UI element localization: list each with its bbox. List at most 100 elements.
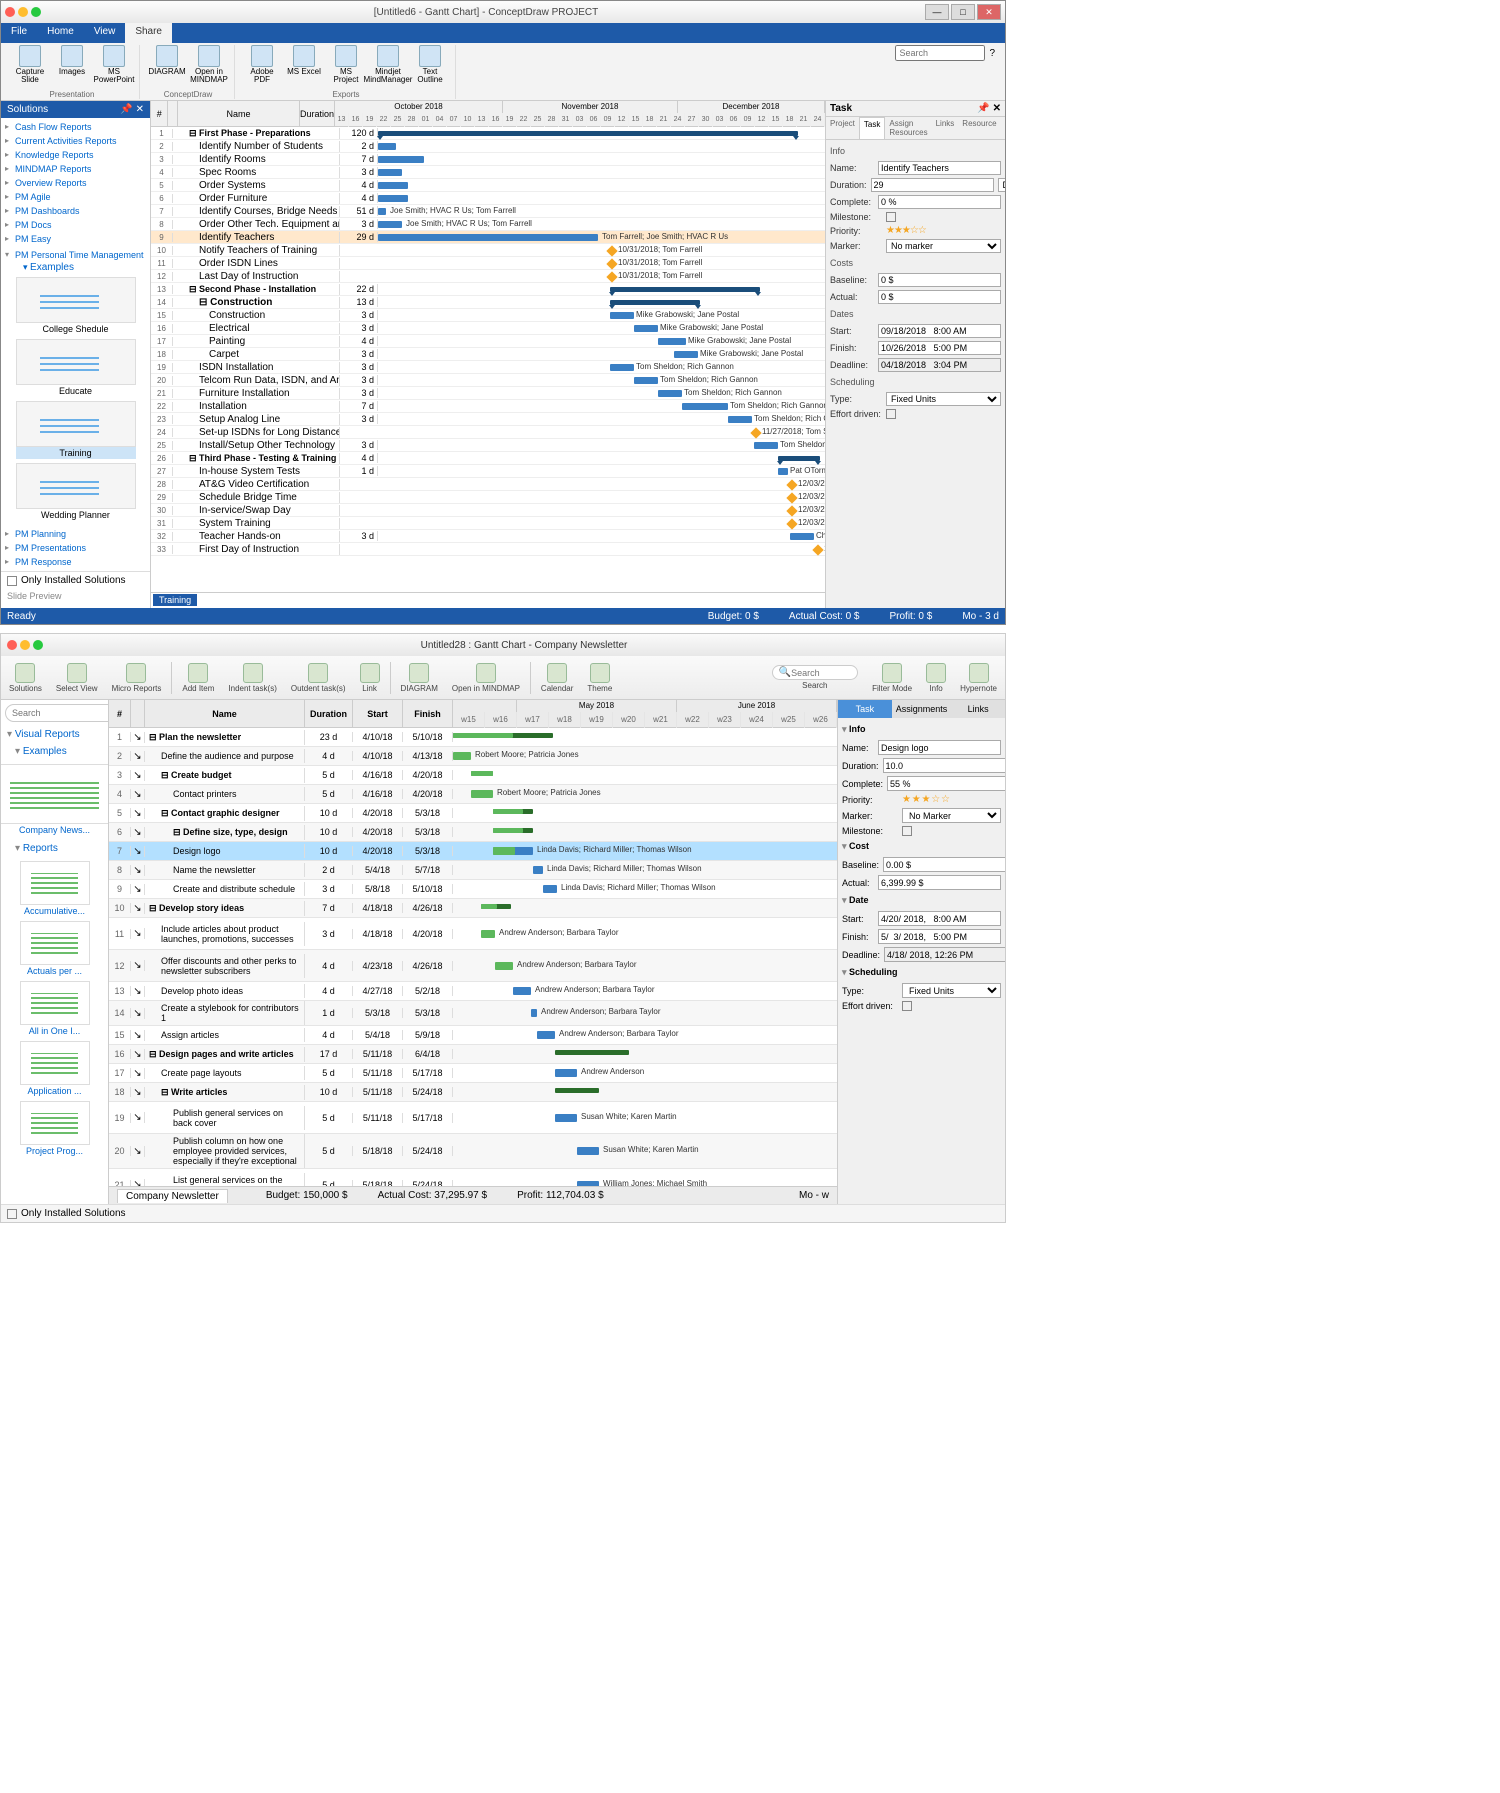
task-name[interactable]: Last Day of Instruction	[185, 271, 340, 282]
task-name[interactable]: List general services on the back cover	[145, 1173, 305, 1187]
task-name[interactable]: Furniture Installation	[185, 388, 340, 399]
gantt-bar[interactable]	[555, 1114, 577, 1122]
gantt-bar[interactable]	[495, 962, 513, 970]
flag-icon[interactable]: ↘	[131, 1030, 145, 1041]
flag-icon[interactable]: ↘	[131, 827, 145, 838]
ribbon-button[interactable]: Images	[53, 45, 91, 84]
task-name[interactable]: Construction	[185, 310, 340, 321]
type-select[interactable]: Fixed Units	[886, 392, 1001, 406]
sidebar-item[interactable]: PM Presentations	[1, 541, 150, 555]
task-name[interactable]: Identify Rooms	[185, 154, 340, 165]
gantt-row[interactable]: 1⊟ First Phase - Preparations120 d	[151, 127, 825, 140]
zoom-control[interactable]: Mo - 3 d	[962, 611, 999, 622]
gantt-row[interactable]: 31System Training12/03/2018; Denise Kath…	[151, 517, 825, 530]
task-name[interactable]: Include articles about product launches,…	[145, 922, 305, 946]
gantt-bar[interactable]	[674, 351, 698, 358]
flag-icon[interactable]: ↘	[131, 1112, 145, 1123]
gantt-row[interactable]: 17↘Create page layouts5 d5/11/185/17/18A…	[109, 1064, 837, 1083]
task-name[interactable]: System Training	[185, 518, 340, 529]
sidebar-item[interactable]: Knowledge Reports	[1, 148, 150, 162]
gantt-row[interactable]: 6↘⊟ Define size, type, design10 d4/20/18…	[109, 823, 837, 842]
sidebar-item[interactable]: PM Agile	[1, 190, 150, 204]
marker-select[interactable]: No Marker	[902, 808, 1001, 823]
gantt-row[interactable]: 27In-house System Tests1 dPat OTormey; E…	[151, 465, 825, 478]
col-duration[interactable]: Duration	[305, 700, 353, 727]
gantt-row[interactable]: 21Furniture Installation3 dTom Sheldon; …	[151, 387, 825, 400]
tp-tab-task[interactable]: Task	[859, 117, 885, 139]
actual-input[interactable]	[878, 875, 1001, 890]
toolbar-button[interactable]: Calendar	[537, 661, 577, 695]
type-select[interactable]: Fixed Units	[902, 983, 1001, 998]
gantt-row[interactable]: 4Spec Rooms3 d	[151, 166, 825, 179]
toolbar-button[interactable]: Indent task(s)	[224, 661, 280, 695]
minimize-icon[interactable]	[20, 640, 30, 650]
sidebar-item[interactable]: MINDMAP Reports	[1, 162, 150, 176]
gantt-bar[interactable]	[543, 885, 557, 893]
task-name[interactable]: ⊟ First Phase - Preparations	[185, 128, 340, 139]
toolbar-button[interactable]: Add Item	[178, 661, 218, 695]
gantt-bar[interactable]	[537, 1031, 555, 1039]
task-name[interactable]: Telcom Run Data, ISDN, and Analog Lines	[185, 375, 340, 386]
milestone-checkbox[interactable]	[886, 212, 896, 222]
gantt-row[interactable]: 14↘Create a stylebook for contributors 1…	[109, 1001, 837, 1026]
summary-bar[interactable]	[555, 1050, 629, 1055]
ribbon-button[interactable]: MS PowerPoint	[95, 45, 133, 84]
gantt-row[interactable]: 2Identify Number of Students2 d	[151, 140, 825, 153]
checkbox-icon[interactable]	[7, 576, 17, 586]
zoom-icon[interactable]	[33, 640, 43, 650]
gantt-row[interactable]: 6Order Furniture4 d	[151, 192, 825, 205]
task-name[interactable]: Order Furniture	[185, 193, 340, 204]
zoom-icon[interactable]	[31, 7, 41, 17]
ribbon-button[interactable]: Adobe PDF	[243, 45, 281, 84]
summary-bar[interactable]	[555, 1088, 599, 1093]
flag-icon[interactable]: ↘	[131, 1087, 145, 1098]
section-examples[interactable]: Examples	[1, 743, 108, 760]
sidebar-item[interactable]: PM Docs	[1, 218, 150, 232]
gantt-bar[interactable]	[471, 790, 493, 798]
effort-checkbox[interactable]	[902, 1001, 912, 1011]
task-name[interactable]: Spec Rooms	[185, 167, 340, 178]
sidebar-item[interactable]: Current Activities Reports	[1, 134, 150, 148]
flag-icon[interactable]: ↘	[131, 751, 145, 762]
minimize-icon[interactable]	[18, 7, 28, 17]
task-name[interactable]: Identify Number of Students	[185, 141, 340, 152]
max-button[interactable]: □	[951, 4, 975, 20]
gantt-bar[interactable]	[481, 930, 495, 938]
flag-icon[interactable]: ↘	[131, 1179, 145, 1186]
gantt-bar[interactable]	[378, 221, 402, 228]
task-name[interactable]: ⊟ Contact graphic designer	[145, 806, 305, 821]
gantt-row[interactable]: 19↘Publish general services on back cove…	[109, 1102, 837, 1134]
sidebar-search-input[interactable]	[5, 704, 109, 722]
sidebar-item[interactable]: PM Response	[1, 555, 150, 569]
deadline-input[interactable]	[884, 947, 1005, 962]
gantt-row[interactable]: 10↘⊟ Develop story ideas7 d4/18/184/26/1…	[109, 899, 837, 918]
gantt-row[interactable]: 18↘⊟ Write articles10 d5/11/185/24/18	[109, 1083, 837, 1102]
thumbnail[interactable]: Application ...	[20, 1041, 90, 1097]
task-name[interactable]: ⊟ Third Phase - Testing & Training	[185, 453, 340, 464]
gantt-row[interactable]: 8↘Name the newsletter2 d5/4/185/7/18Lind…	[109, 861, 837, 880]
flag-icon[interactable]: ↘	[131, 1068, 145, 1079]
thumbnail[interactable]: All in One I...	[20, 981, 90, 1037]
gantt-row[interactable]: 33First Day of Instruction12/06/2018; Ch…	[151, 543, 825, 556]
sidebar-item[interactable]: Cash Flow Reports	[1, 120, 150, 134]
task-name[interactable]: ⊟ Construction	[185, 297, 340, 308]
task-name[interactable]: Develop photo ideas	[145, 984, 305, 998]
task-complete-input[interactable]	[878, 195, 1001, 209]
task-name[interactable]: Identify Teachers	[185, 232, 340, 243]
close-button[interactable]: ✕	[977, 4, 1001, 20]
gantt-bar[interactable]	[658, 390, 682, 397]
thumbnail[interactable]: Wedding Planner	[16, 463, 136, 521]
gantt-row[interactable]: 4↘Contact printers5 d4/16/184/20/18Rober…	[109, 785, 837, 804]
col-num[interactable]: #	[109, 700, 131, 727]
task-name[interactable]: Define the audience and purpose	[145, 749, 305, 763]
gantt-bar[interactable]	[378, 195, 408, 202]
search-input[interactable]	[895, 45, 985, 61]
gantt-bar[interactable]	[610, 287, 760, 292]
gantt-row[interactable]: 3↘⊟ Create budget5 d4/16/184/20/18	[109, 766, 837, 785]
gantt-bar[interactable]	[378, 156, 424, 163]
toolbar-button[interactable]: Select View	[52, 661, 102, 695]
sidebar-item[interactable]: PM Dashboards	[1, 204, 150, 218]
sheet-tab[interactable]: Company Newsletter	[117, 1189, 228, 1203]
milestone-icon[interactable]	[786, 492, 797, 503]
gantt-row[interactable]: 9Identify Teachers29 dTom Farrell; Joe S…	[151, 231, 825, 244]
